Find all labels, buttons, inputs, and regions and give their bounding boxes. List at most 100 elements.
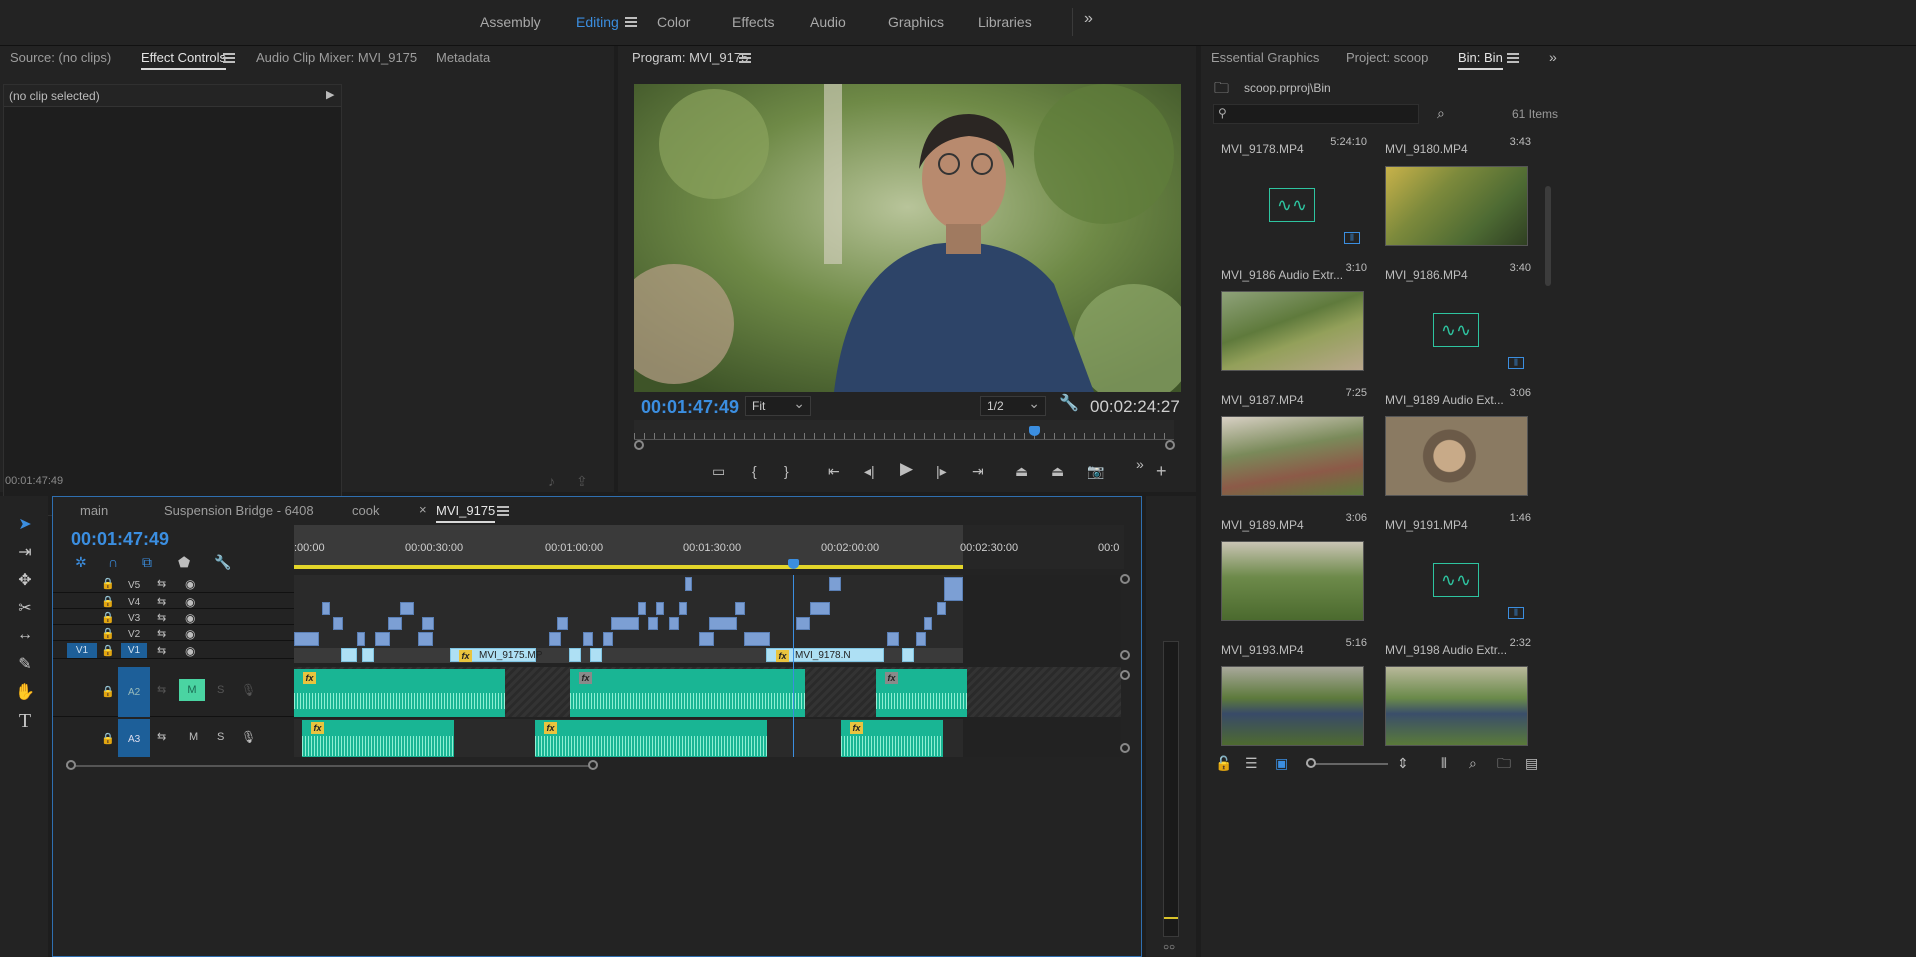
timeline-playhead-handle[interactable] [788, 559, 799, 569]
lock-icon[interactable]: 🔒 [101, 595, 115, 609]
filter-audio-icon[interactable]: ♪ [548, 474, 555, 488]
video-clip[interactable] [422, 617, 434, 630]
scroll-handle[interactable] [1120, 574, 1130, 584]
slip-tool-icon[interactable]: ↔ [12, 626, 38, 650]
tab-suspension-bridge[interactable]: Suspension Bridge - 6408 [164, 503, 314, 518]
zoom-slider[interactable] [1306, 758, 1388, 768]
audio-clip[interactable]: fx [841, 720, 943, 757]
audio-clip[interactable]: fx [570, 669, 805, 717]
h-scroll-left-handle[interactable] [66, 760, 76, 770]
source-patch-v1[interactable]: V1 [67, 643, 97, 658]
video-clip[interactable] [887, 632, 899, 646]
bin-scrollbar[interactable] [1545, 186, 1551, 286]
mute-button[interactable]: M [189, 731, 198, 743]
razor-tool-icon[interactable]: ✂ [12, 598, 38, 622]
sync-lock-icon[interactable]: ⇆ [157, 611, 166, 625]
audio-clip[interactable]: fx [535, 720, 767, 757]
lock-icon[interactable]: 🔒 [101, 577, 115, 591]
tab-project[interactable]: Project: scoop [1346, 50, 1428, 65]
lock-icon[interactable]: 🔒 [101, 685, 115, 699]
button-editor-icon[interactable]: + [1156, 462, 1167, 480]
video-clip[interactable] [549, 632, 561, 646]
video-clip[interactable] [829, 577, 841, 591]
v1-clip[interactable] [341, 648, 357, 662]
ripple-edit-tool-icon[interactable]: ✥ [12, 570, 38, 594]
pen-tool-icon[interactable]: ✎ [12, 654, 38, 678]
microphone-icon[interactable]: 🎙 [241, 683, 256, 697]
video-frame[interactable] [634, 84, 1181, 392]
extract-icon[interactable]: ⏏ [1051, 464, 1064, 478]
eye-icon[interactable]: ◉ [185, 611, 195, 625]
video-clip[interactable] [679, 602, 687, 615]
video-clip[interactable] [294, 632, 319, 646]
new-bin-icon[interactable]: 🗀 [1497, 756, 1511, 770]
resolution-dropdown[interactable]: 1/2 [980, 395, 1046, 416]
track-area[interactable]: fx MVI_9175.MP fx MVI_9178.N fx fx fx fx [294, 575, 1121, 757]
folder-up-icon[interactable]: 🗀 [1214, 81, 1229, 96]
mark-in-icon[interactable]: { [752, 464, 757, 478]
video-clip[interactable] [669, 617, 679, 630]
audio-clip[interactable]: fx [294, 669, 505, 717]
find-bin-icon[interactable]: ⌕ [1469, 756, 1477, 770]
lock-icon[interactable]: 🔒 [101, 732, 115, 746]
zoom-slider-handle[interactable] [1306, 758, 1316, 768]
video-clip[interactable] [603, 632, 613, 646]
expand-arrow-icon[interactable]: ▶ [326, 88, 334, 101]
lock-icon[interactable]: 🔒 [101, 627, 115, 641]
bin-item[interactable]: ∿∿ ⫼ MVI_9198 Audio Extr... 2:32 [1377, 541, 1537, 666]
more-workspaces-icon[interactable]: » [1084, 11, 1093, 27]
timeline-menu-icon[interactable] [497, 506, 509, 516]
sync-lock-icon[interactable]: ⇆ [157, 644, 166, 658]
workspace-menu-icon[interactable] [625, 17, 637, 27]
find-icon[interactable]: ⌕ [1437, 106, 1445, 120]
tab-source[interactable]: Source: (no clips) [10, 50, 111, 65]
list-view-icon[interactable]: ☰ [1245, 756, 1258, 770]
v1-clip[interactable] [362, 648, 374, 662]
bin-item[interactable]: MVI_9178.MP4 5:24:10 [1213, 136, 1373, 165]
timeline-settings-icon[interactable]: 🔧 [214, 555, 231, 569]
sync-lock-icon[interactable]: ⇆ [157, 683, 166, 697]
solo-meter-icon[interactable]: ○○ [1163, 941, 1175, 955]
solo-button[interactable]: S [217, 731, 224, 743]
video-clip[interactable] [916, 632, 926, 646]
program-scrubber[interactable] [634, 420, 1174, 440]
solo-button[interactable]: S [217, 684, 224, 696]
v1-clip[interactable] [590, 648, 602, 662]
wrench-icon[interactable]: 🔧 [1059, 396, 1079, 412]
bin-item[interactable]: MVI_9187.MP4 7:25 [1213, 291, 1373, 416]
h-scroll-right-handle[interactable] [588, 760, 598, 770]
export-icon[interactable]: ⇪ [576, 474, 588, 488]
video-clip[interactable] [656, 602, 664, 615]
tab-cook[interactable]: cook [352, 503, 379, 518]
track-label[interactable]: V1 [121, 643, 147, 658]
scroll-handle[interactable] [1120, 650, 1130, 660]
panel-menu-icon[interactable] [223, 53, 235, 63]
tab-metadata[interactable]: Metadata [436, 50, 490, 65]
bin-item[interactable]: MVI_9180.MP4 3:43 [1377, 136, 1537, 165]
bin-item[interactable]: MVI_9189.MP4 3:06 [1213, 416, 1373, 541]
more-buttons-icon[interactable]: » [1136, 457, 1144, 471]
hand-tool-icon[interactable]: ✋ [12, 682, 38, 706]
bin-menu-icon[interactable] [1507, 53, 1519, 63]
tab-main[interactable]: main [80, 503, 108, 518]
lock-icon[interactable]: 🔒 [101, 611, 115, 625]
zoom-bar[interactable] [634, 440, 1175, 450]
video-clip[interactable] [322, 602, 330, 615]
audio-clip[interactable]: fx [876, 669, 967, 717]
video-clip[interactable] [810, 602, 830, 615]
icon-view-icon[interactable]: ▣ [1275, 756, 1288, 770]
program-title[interactable]: Program: MVI_9175 [632, 50, 748, 65]
tab-essential-graphics[interactable]: Essential Graphics [1211, 50, 1319, 65]
time-ruler[interactable]: :00:00 00:00:30:00 00:01:00:00 00:01:30:… [294, 525, 1124, 569]
play-icon[interactable]: ▶ [900, 460, 913, 477]
workspace-assembly[interactable]: Assembly [480, 14, 541, 30]
v1-clip[interactable] [569, 648, 581, 662]
snap-icon[interactable]: ∩ [108, 555, 118, 569]
workspace-audio[interactable]: Audio [810, 14, 846, 30]
step-forward-icon[interactable]: |▸ [936, 464, 947, 478]
video-clip[interactable] [924, 617, 932, 630]
video-clip[interactable] [418, 632, 433, 646]
tab-audio-clip-mixer[interactable]: Audio Clip Mixer: MVI_9175 [256, 50, 417, 65]
workspace-editing[interactable]: Editing [576, 14, 619, 30]
video-clip[interactable] [375, 632, 390, 646]
